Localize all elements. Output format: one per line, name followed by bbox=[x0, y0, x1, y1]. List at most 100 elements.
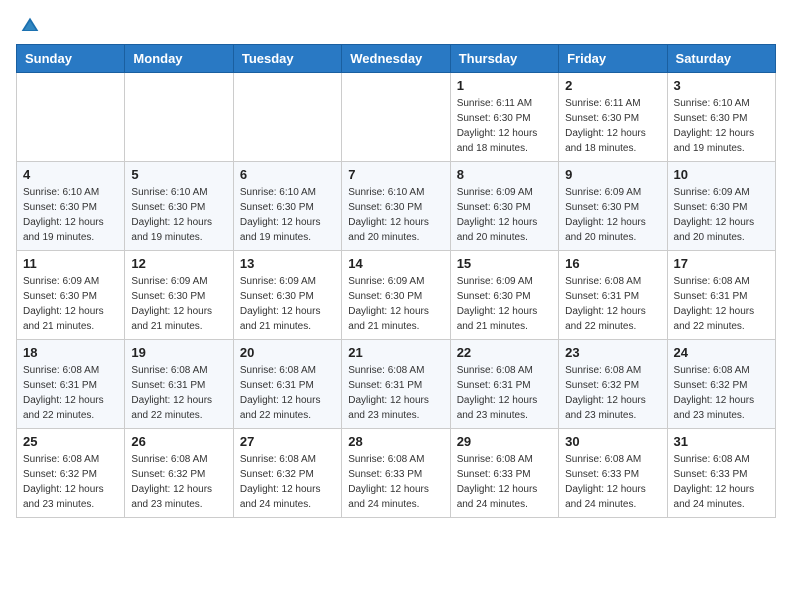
calendar-cell: 12 Sunrise: 6:09 AM Sunset: 6:30 PM Dayli… bbox=[125, 251, 233, 340]
day-info: Sunrise: 6:10 AM Sunset: 6:30 PM Dayligh… bbox=[23, 185, 118, 245]
day-info: Sunrise: 6:09 AM Sunset: 6:30 PM Dayligh… bbox=[348, 274, 443, 334]
calendar-cell: 22 Sunrise: 6:08 AM Sunset: 6:31 PM Dayli… bbox=[450, 340, 558, 429]
page-header bbox=[16, 16, 776, 32]
day-number: 12 bbox=[131, 256, 226, 271]
day-info: Sunrise: 6:08 AM Sunset: 6:32 PM Dayligh… bbox=[131, 452, 226, 512]
calendar-cell bbox=[17, 73, 125, 162]
day-number: 7 bbox=[348, 167, 443, 182]
calendar-table: SundayMondayTuesdayWednesdayThursdayFrid… bbox=[16, 44, 776, 518]
weekday-header-monday: Monday bbox=[125, 45, 233, 73]
day-number: 18 bbox=[23, 345, 118, 360]
calendar-cell: 5 Sunrise: 6:10 AM Sunset: 6:30 PM Daylig… bbox=[125, 162, 233, 251]
calendar-cell bbox=[233, 73, 341, 162]
day-number: 4 bbox=[23, 167, 118, 182]
day-number: 5 bbox=[131, 167, 226, 182]
day-info: Sunrise: 6:08 AM Sunset: 6:33 PM Dayligh… bbox=[457, 452, 552, 512]
calendar-cell: 24 Sunrise: 6:08 AM Sunset: 6:32 PM Dayli… bbox=[667, 340, 775, 429]
day-info: Sunrise: 6:08 AM Sunset: 6:31 PM Dayligh… bbox=[674, 274, 769, 334]
calendar-week-row: 1Sunrise: 6:11 AM Sunset: 6:30 PM Daylig… bbox=[17, 73, 776, 162]
day-number: 15 bbox=[457, 256, 552, 271]
day-number: 24 bbox=[674, 345, 769, 360]
day-number: 20 bbox=[240, 345, 335, 360]
calendar-cell: 21Sunrise: 6:08 AM Sunset: 6:31 PM Dayli… bbox=[342, 340, 450, 429]
day-info: Sunrise: 6:09 AM Sunset: 6:30 PM Dayligh… bbox=[23, 274, 118, 334]
day-info: Sunrise: 6:08 AM Sunset: 6:32 PM Dayligh… bbox=[674, 363, 769, 423]
day-number: 11 bbox=[23, 256, 118, 271]
calendar-cell: 31 Sunrise: 6:08 AM Sunset: 6:33 PM Dayli… bbox=[667, 429, 775, 518]
calendar-cell: 19 Sunrise: 6:08 AM Sunset: 6:31 PM Dayli… bbox=[125, 340, 233, 429]
weekday-header-friday: Friday bbox=[559, 45, 667, 73]
calendar-cell: 23 Sunrise: 6:08 AM Sunset: 6:32 PM Dayli… bbox=[559, 340, 667, 429]
calendar-cell: 29Sunrise: 6:08 AM Sunset: 6:33 PM Dayli… bbox=[450, 429, 558, 518]
day-info: Sunrise: 6:08 AM Sunset: 6:33 PM Dayligh… bbox=[674, 452, 769, 512]
calendar-cell: 8Sunrise: 6:09 AM Sunset: 6:30 PM Daylig… bbox=[450, 162, 558, 251]
logo-icon bbox=[20, 16, 40, 36]
day-info: Sunrise: 6:09 AM Sunset: 6:30 PM Dayligh… bbox=[565, 185, 660, 245]
day-info: Sunrise: 6:08 AM Sunset: 6:32 PM Dayligh… bbox=[565, 363, 660, 423]
calendar-cell: 2 Sunrise: 6:11 AM Sunset: 6:30 PM Daylig… bbox=[559, 73, 667, 162]
day-number: 17 bbox=[674, 256, 769, 271]
day-number: 21 bbox=[348, 345, 443, 360]
day-number: 28 bbox=[348, 434, 443, 449]
day-info: Sunrise: 6:08 AM Sunset: 6:31 PM Dayligh… bbox=[457, 363, 552, 423]
day-info: Sunrise: 6:08 AM Sunset: 6:33 PM Dayligh… bbox=[348, 452, 443, 512]
calendar-cell: 28 Sunrise: 6:08 AM Sunset: 6:33 PM Dayli… bbox=[342, 429, 450, 518]
day-number: 3 bbox=[674, 78, 769, 93]
day-number: 23 bbox=[565, 345, 660, 360]
calendar-cell: 9 Sunrise: 6:09 AM Sunset: 6:30 PM Daylig… bbox=[559, 162, 667, 251]
calendar-cell: 15Sunrise: 6:09 AM Sunset: 6:30 PM Dayli… bbox=[450, 251, 558, 340]
day-info: Sunrise: 6:08 AM Sunset: 6:31 PM Dayligh… bbox=[23, 363, 118, 423]
calendar-cell: 17 Sunrise: 6:08 AM Sunset: 6:31 PM Dayli… bbox=[667, 251, 775, 340]
day-info: Sunrise: 6:08 AM Sunset: 6:32 PM Dayligh… bbox=[240, 452, 335, 512]
day-info: Sunrise: 6:11 AM Sunset: 6:30 PM Dayligh… bbox=[565, 96, 660, 156]
day-number: 26 bbox=[131, 434, 226, 449]
weekday-header-thursday: Thursday bbox=[450, 45, 558, 73]
day-info: Sunrise: 6:08 AM Sunset: 6:31 PM Dayligh… bbox=[131, 363, 226, 423]
calendar-week-row: 25 Sunrise: 6:08 AM Sunset: 6:32 PM Dayli… bbox=[17, 429, 776, 518]
day-info: Sunrise: 6:09 AM Sunset: 6:30 PM Dayligh… bbox=[240, 274, 335, 334]
calendar-cell bbox=[342, 73, 450, 162]
day-info: Sunrise: 6:10 AM Sunset: 6:30 PM Dayligh… bbox=[348, 185, 443, 245]
weekday-header-sunday: Sunday bbox=[17, 45, 125, 73]
day-number: 22 bbox=[457, 345, 552, 360]
day-info: Sunrise: 6:08 AM Sunset: 6:31 PM Dayligh… bbox=[240, 363, 335, 423]
day-info: Sunrise: 6:10 AM Sunset: 6:30 PM Dayligh… bbox=[131, 185, 226, 245]
calendar-cell: 18 Sunrise: 6:08 AM Sunset: 6:31 PM Dayli… bbox=[17, 340, 125, 429]
day-number: 9 bbox=[565, 167, 660, 182]
day-number: 10 bbox=[674, 167, 769, 182]
day-info: Sunrise: 6:09 AM Sunset: 6:30 PM Dayligh… bbox=[457, 185, 552, 245]
calendar-week-row: 4 Sunrise: 6:10 AM Sunset: 6:30 PM Daylig… bbox=[17, 162, 776, 251]
day-number: 30 bbox=[565, 434, 660, 449]
weekday-header-saturday: Saturday bbox=[667, 45, 775, 73]
calendar-cell: 16Sunrise: 6:08 AM Sunset: 6:31 PM Dayli… bbox=[559, 251, 667, 340]
calendar-cell: 10 Sunrise: 6:09 AM Sunset: 6:30 PM Dayli… bbox=[667, 162, 775, 251]
day-number: 19 bbox=[131, 345, 226, 360]
day-info: Sunrise: 6:09 AM Sunset: 6:30 PM Dayligh… bbox=[674, 185, 769, 245]
calendar-cell: 26 Sunrise: 6:08 AM Sunset: 6:32 PM Dayli… bbox=[125, 429, 233, 518]
calendar-week-row: 11 Sunrise: 6:09 AM Sunset: 6:30 PM Dayli… bbox=[17, 251, 776, 340]
calendar-cell: 13 Sunrise: 6:09 AM Sunset: 6:30 PM Dayli… bbox=[233, 251, 341, 340]
day-info: Sunrise: 6:10 AM Sunset: 6:30 PM Dayligh… bbox=[674, 96, 769, 156]
calendar-cell: 30 Sunrise: 6:08 AM Sunset: 6:33 PM Dayli… bbox=[559, 429, 667, 518]
day-number: 2 bbox=[565, 78, 660, 93]
day-number: 31 bbox=[674, 434, 769, 449]
day-number: 14 bbox=[348, 256, 443, 271]
day-info: Sunrise: 6:08 AM Sunset: 6:33 PM Dayligh… bbox=[565, 452, 660, 512]
calendar-cell: 6Sunrise: 6:10 AM Sunset: 6:30 PM Daylig… bbox=[233, 162, 341, 251]
calendar-cell: 27Sunrise: 6:08 AM Sunset: 6:32 PM Dayli… bbox=[233, 429, 341, 518]
day-info: Sunrise: 6:10 AM Sunset: 6:30 PM Dayligh… bbox=[240, 185, 335, 245]
day-info: Sunrise: 6:08 AM Sunset: 6:32 PM Dayligh… bbox=[23, 452, 118, 512]
calendar-cell: 11 Sunrise: 6:09 AM Sunset: 6:30 PM Dayli… bbox=[17, 251, 125, 340]
day-info: Sunrise: 6:09 AM Sunset: 6:30 PM Dayligh… bbox=[131, 274, 226, 334]
calendar-cell: 20 Sunrise: 6:08 AM Sunset: 6:31 PM Dayli… bbox=[233, 340, 341, 429]
calendar-cell: 3 Sunrise: 6:10 AM Sunset: 6:30 PM Daylig… bbox=[667, 73, 775, 162]
calendar-cell: 14 Sunrise: 6:09 AM Sunset: 6:30 PM Dayli… bbox=[342, 251, 450, 340]
calendar-cell: 7 Sunrise: 6:10 AM Sunset: 6:30 PM Daylig… bbox=[342, 162, 450, 251]
calendar-cell: 4 Sunrise: 6:10 AM Sunset: 6:30 PM Daylig… bbox=[17, 162, 125, 251]
calendar-cell: 1Sunrise: 6:11 AM Sunset: 6:30 PM Daylig… bbox=[450, 73, 558, 162]
day-number: 25 bbox=[23, 434, 118, 449]
weekday-header-wednesday: Wednesday bbox=[342, 45, 450, 73]
day-number: 16 bbox=[565, 256, 660, 271]
calendar-cell: 25 Sunrise: 6:08 AM Sunset: 6:32 PM Dayli… bbox=[17, 429, 125, 518]
day-number: 13 bbox=[240, 256, 335, 271]
